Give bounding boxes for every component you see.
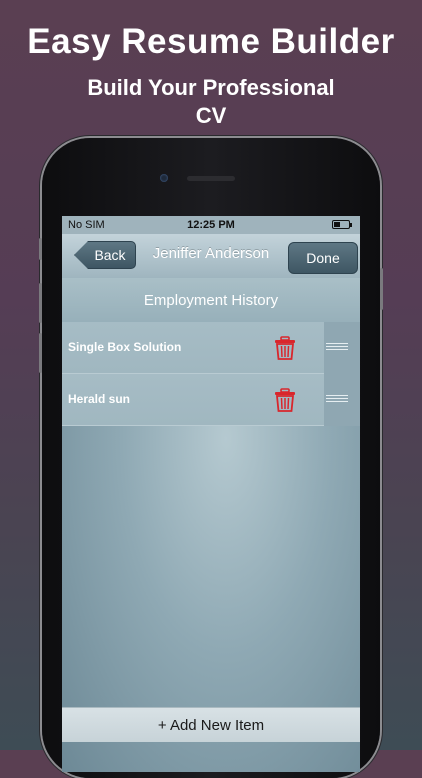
- done-button-label: Done: [306, 250, 340, 266]
- back-button[interactable]: Back: [74, 241, 136, 269]
- battery-icon: [332, 220, 352, 229]
- status-bar: No SIM 12:25 PM: [62, 216, 360, 234]
- power-button: [380, 268, 383, 310]
- trash-icon[interactable]: [274, 388, 296, 412]
- phone-frame: No SIM 12:25 PM Back Jeniffer Anderson D…: [39, 138, 383, 778]
- employment-list: Single Box Solution Herald sun: [62, 322, 324, 426]
- list-item[interactable]: Herald sun: [62, 374, 324, 426]
- section-title: Employment History: [143, 291, 279, 309]
- reorder-column: [324, 322, 360, 426]
- battery-fill: [334, 222, 340, 227]
- reorder-grip-icon[interactable]: [326, 395, 348, 404]
- done-button[interactable]: Done: [288, 242, 358, 274]
- front-camera: [160, 174, 168, 182]
- earpiece-speaker: [187, 176, 235, 181]
- status-time: 12:25 PM: [187, 219, 235, 231]
- silent-switch: [39, 238, 42, 260]
- promo-title: Easy Resume Builder: [27, 22, 395, 61]
- section-header: Employment History: [62, 278, 360, 322]
- trash-icon[interactable]: [274, 336, 296, 360]
- promo-subtitle: Build Your Professional CV: [87, 75, 335, 128]
- volume-down-button: [39, 333, 42, 373]
- add-new-item-label: + Add New Item: [157, 716, 265, 734]
- navigation-bar: Back Jeniffer Anderson Done: [62, 234, 360, 279]
- reorder-grip-icon[interactable]: [326, 343, 348, 352]
- nav-title: Jeniffer Anderson: [152, 245, 270, 262]
- list-item[interactable]: Single Box Solution: [62, 322, 324, 374]
- item-label: Herald sun: [68, 392, 131, 406]
- item-label: Single Box Solution: [68, 340, 182, 354]
- app-screen: No SIM 12:25 PM Back Jeniffer Anderson D…: [62, 216, 360, 772]
- back-button-label: Back: [94, 247, 126, 263]
- add-new-item-button[interactable]: + Add New Item: [62, 707, 360, 742]
- volume-up-button: [39, 283, 42, 323]
